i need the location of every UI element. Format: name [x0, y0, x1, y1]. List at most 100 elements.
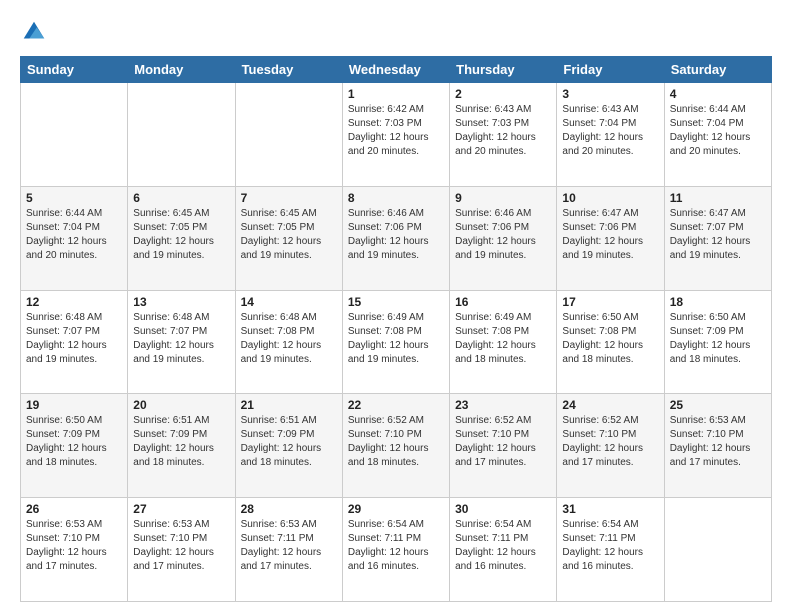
calendar-cell: 5 Sunrise: 6:44 AM Sunset: 7:04 PM Daylig…: [21, 186, 128, 290]
day-number: 21: [241, 398, 337, 412]
day-number: 23: [455, 398, 551, 412]
calendar-cell: 21 Sunrise: 6:51 AM Sunset: 7:09 PM Dayli…: [235, 394, 342, 498]
calendar-cell: [235, 83, 342, 187]
day-info: Sunrise: 6:49 AM Sunset: 7:08 PM Dayligh…: [348, 311, 444, 367]
calendar-header-saturday: Saturday: [664, 57, 771, 83]
calendar-cell: [664, 498, 771, 602]
calendar-header-sunday: Sunday: [21, 57, 128, 83]
day-info: Sunrise: 6:44 AM Sunset: 7:04 PM Dayligh…: [26, 207, 122, 263]
calendar-week-1: 1 Sunrise: 6:42 AM Sunset: 7:03 PM Daylig…: [21, 83, 772, 187]
day-info: Sunrise: 6:50 AM Sunset: 7:09 PM Dayligh…: [670, 311, 766, 367]
calendar-cell: 15 Sunrise: 6:49 AM Sunset: 7:08 PM Dayli…: [342, 290, 449, 394]
calendar-cell: 30Sunrise: 6:54 AM Sunset: 7:11 PM Dayli…: [450, 498, 557, 602]
day-number: 9: [455, 191, 551, 205]
calendar-cell: 23 Sunrise: 6:52 AM Sunset: 7:10 PM Dayli…: [450, 394, 557, 498]
day-number: 29: [348, 502, 444, 516]
calendar-cell: 1 Sunrise: 6:42 AM Sunset: 7:03 PM Daylig…: [342, 83, 449, 187]
day-info: Sunrise: 6:54 AM Sunset: 7:11 PM Dayligh…: [455, 518, 551, 574]
calendar-week-2: 5 Sunrise: 6:44 AM Sunset: 7:04 PM Daylig…: [21, 186, 772, 290]
calendar-week-3: 12Sunrise: 6:48 AM Sunset: 7:07 PM Dayli…: [21, 290, 772, 394]
calendar-cell: 11Sunrise: 6:47 AM Sunset: 7:07 PM Dayli…: [664, 186, 771, 290]
day-info: Sunrise: 6:52 AM Sunset: 7:10 PM Dayligh…: [348, 414, 444, 470]
calendar-cell: 29 Sunrise: 6:54 AM Sunset: 7:11 PM Dayli…: [342, 498, 449, 602]
calendar-cell: [128, 83, 235, 187]
day-info: Sunrise: 6:46 AM Sunset: 7:06 PM Dayligh…: [348, 207, 444, 263]
day-info: Sunrise: 6:44 AM Sunset: 7:04 PM Dayligh…: [670, 103, 766, 159]
calendar-cell: 12Sunrise: 6:48 AM Sunset: 7:07 PM Dayli…: [21, 290, 128, 394]
day-number: 31: [562, 502, 658, 516]
day-info: Sunrise: 6:45 AM Sunset: 7:05 PM Dayligh…: [241, 207, 337, 263]
calendar-header-tuesday: Tuesday: [235, 57, 342, 83]
day-info: Sunrise: 6:45 AM Sunset: 7:05 PM Dayligh…: [133, 207, 229, 263]
calendar-cell: 4 Sunrise: 6:44 AM Sunset: 7:04 PM Daylig…: [664, 83, 771, 187]
calendar-cell: 18Sunrise: 6:50 AM Sunset: 7:09 PM Dayli…: [664, 290, 771, 394]
day-info: Sunrise: 6:48 AM Sunset: 7:08 PM Dayligh…: [241, 311, 337, 367]
day-number: 24: [562, 398, 658, 412]
calendar-header-row: SundayMondayTuesdayWednesdayThursdayFrid…: [21, 57, 772, 83]
day-info: Sunrise: 6:49 AM Sunset: 7:08 PM Dayligh…: [455, 311, 551, 367]
calendar-header-wednesday: Wednesday: [342, 57, 449, 83]
day-number: 2: [455, 87, 551, 101]
day-info: Sunrise: 6:47 AM Sunset: 7:06 PM Dayligh…: [562, 207, 658, 263]
day-number: 8: [348, 191, 444, 205]
day-number: 1: [348, 87, 444, 101]
logo-icon: [20, 18, 48, 46]
calendar-cell: 17 Sunrise: 6:50 AM Sunset: 7:08 PM Dayli…: [557, 290, 664, 394]
calendar-cell: 26Sunrise: 6:53 AM Sunset: 7:10 PM Dayli…: [21, 498, 128, 602]
day-info: Sunrise: 6:54 AM Sunset: 7:11 PM Dayligh…: [348, 518, 444, 574]
day-number: 11: [670, 191, 766, 205]
day-info: Sunrise: 6:50 AM Sunset: 7:09 PM Dayligh…: [26, 414, 122, 470]
calendar: SundayMondayTuesdayWednesdayThursdayFrid…: [20, 56, 772, 602]
day-number: 14: [241, 295, 337, 309]
day-number: 15: [348, 295, 444, 309]
calendar-cell: 19Sunrise: 6:50 AM Sunset: 7:09 PM Dayli…: [21, 394, 128, 498]
day-number: 17: [562, 295, 658, 309]
calendar-cell: 13 Sunrise: 6:48 AM Sunset: 7:07 PM Dayli…: [128, 290, 235, 394]
day-info: Sunrise: 6:48 AM Sunset: 7:07 PM Dayligh…: [133, 311, 229, 367]
day-info: Sunrise: 6:43 AM Sunset: 7:03 PM Dayligh…: [455, 103, 551, 159]
day-number: 4: [670, 87, 766, 101]
day-info: Sunrise: 6:53 AM Sunset: 7:10 PM Dayligh…: [133, 518, 229, 574]
calendar-cell: 16 Sunrise: 6:49 AM Sunset: 7:08 PM Dayli…: [450, 290, 557, 394]
day-number: 5: [26, 191, 122, 205]
day-number: 22: [348, 398, 444, 412]
day-info: Sunrise: 6:43 AM Sunset: 7:04 PM Dayligh…: [562, 103, 658, 159]
calendar-cell: 24 Sunrise: 6:52 AM Sunset: 7:10 PM Dayli…: [557, 394, 664, 498]
calendar-cell: 10Sunrise: 6:47 AM Sunset: 7:06 PM Dayli…: [557, 186, 664, 290]
day-number: 28: [241, 502, 337, 516]
day-number: 3: [562, 87, 658, 101]
calendar-cell: 6 Sunrise: 6:45 AM Sunset: 7:05 PM Daylig…: [128, 186, 235, 290]
day-info: Sunrise: 6:52 AM Sunset: 7:10 PM Dayligh…: [455, 414, 551, 470]
calendar-cell: 8 Sunrise: 6:46 AM Sunset: 7:06 PM Daylig…: [342, 186, 449, 290]
day-info: Sunrise: 6:46 AM Sunset: 7:06 PM Dayligh…: [455, 207, 551, 263]
calendar-cell: 27Sunrise: 6:53 AM Sunset: 7:10 PM Dayli…: [128, 498, 235, 602]
day-info: Sunrise: 6:53 AM Sunset: 7:11 PM Dayligh…: [241, 518, 337, 574]
calendar-cell: 14 Sunrise: 6:48 AM Sunset: 7:08 PM Dayli…: [235, 290, 342, 394]
day-info: Sunrise: 6:51 AM Sunset: 7:09 PM Dayligh…: [241, 414, 337, 470]
day-info: Sunrise: 6:48 AM Sunset: 7:07 PM Dayligh…: [26, 311, 122, 367]
day-number: 26: [26, 502, 122, 516]
calendar-cell: 28 Sunrise: 6:53 AM Sunset: 7:11 PM Dayli…: [235, 498, 342, 602]
calendar-cell: 2 Sunrise: 6:43 AM Sunset: 7:03 PM Daylig…: [450, 83, 557, 187]
day-info: Sunrise: 6:52 AM Sunset: 7:10 PM Dayligh…: [562, 414, 658, 470]
calendar-cell: 7 Sunrise: 6:45 AM Sunset: 7:05 PM Daylig…: [235, 186, 342, 290]
calendar-cell: [21, 83, 128, 187]
day-number: 6: [133, 191, 229, 205]
day-info: Sunrise: 6:42 AM Sunset: 7:03 PM Dayligh…: [348, 103, 444, 159]
day-number: 13: [133, 295, 229, 309]
calendar-week-5: 26 Sunrise: 6:53 AM Sunset: 7:10 PM Dayli…: [21, 498, 772, 602]
day-number: 7: [241, 191, 337, 205]
calendar-cell: 3 Sunrise: 6:43 AM Sunset: 7:04 PM Daylig…: [557, 83, 664, 187]
day-info: Sunrise: 6:50 AM Sunset: 7:08 PM Dayligh…: [562, 311, 658, 367]
calendar-header-friday: Friday: [557, 57, 664, 83]
calendar-cell: 31 Sunrise: 6:54 AM Sunset: 7:11 PM Dayli…: [557, 498, 664, 602]
day-number: 20: [133, 398, 229, 412]
day-number: 16: [455, 295, 551, 309]
day-info: Sunrise: 6:53 AM Sunset: 7:10 PM Dayligh…: [670, 414, 766, 470]
calendar-cell: 9 Sunrise: 6:46 AM Sunset: 7:06 PM Daylig…: [450, 186, 557, 290]
day-info: Sunrise: 6:54 AM Sunset: 7:11 PM Dayligh…: [562, 518, 658, 574]
calendar-cell: 22 Sunrise: 6:52 AM Sunset: 7:10 PM Dayli…: [342, 394, 449, 498]
logo: [20, 18, 52, 46]
day-number: 25: [670, 398, 766, 412]
calendar-cell: 25 Sunrise: 6:53 AM Sunset: 7:10 PM Dayli…: [664, 394, 771, 498]
